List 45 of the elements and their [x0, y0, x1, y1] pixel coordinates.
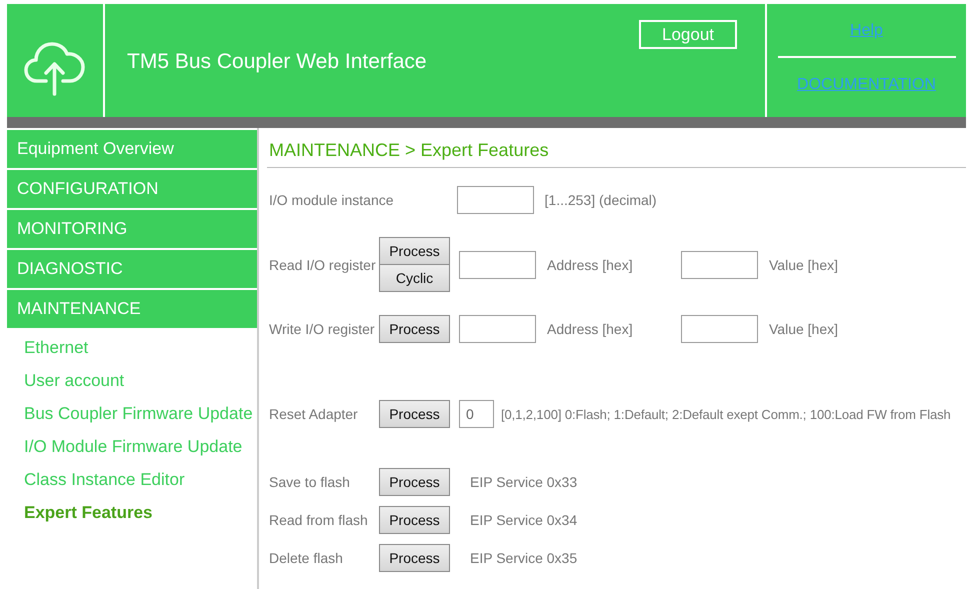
row-label: Reset Adapter: [269, 406, 359, 422]
nav-item[interactable]: Expert Features: [7, 499, 257, 532]
field-caption: Address [hex]: [547, 256, 634, 272]
service-note: EIP Service 0x33: [470, 474, 578, 490]
field-caption: [0,1,2,100] 0:Flash; 1:Default; 2:Default exept Comm.; 100:Load FW from Flash: [501, 406, 951, 422]
input-field[interactable]: [681, 315, 758, 343]
nav-section[interactable]: CONFIGURATION: [7, 170, 257, 208]
nav-section[interactable]: MONITORING: [7, 210, 257, 248]
field-caption: Value [hex]: [769, 256, 840, 272]
input-field[interactable]: [681, 250, 758, 278]
nav-item[interactable]: Class Instance Editor: [7, 466, 257, 499]
app-title: TM5 Bus Coupler Web Interface: [127, 50, 427, 74]
nav-item[interactable]: User account: [7, 367, 257, 400]
row-label: Read from flash: [269, 512, 369, 528]
action-button[interactable]: Process: [379, 315, 450, 343]
service-note: EIP Service 0x35: [470, 550, 578, 566]
row-label: Delete flash: [269, 550, 344, 566]
row-label: Save to flash: [269, 474, 351, 490]
row-label: Write I/O register: [269, 321, 376, 337]
field-caption: Address [hex]: [547, 321, 634, 337]
nav-section[interactable]: Equipment Overview: [7, 130, 257, 168]
action-button[interactable]: Process: [379, 506, 450, 534]
nav-section[interactable]: MAINTENANCE: [7, 290, 257, 328]
logout-button[interactable]: Logout: [639, 20, 737, 49]
nav-item[interactable]: Bus Coupler Firmware Update: [7, 400, 257, 433]
header-link[interactable]: Help: [850, 22, 883, 40]
action-button[interactable]: Process: [379, 237, 450, 265]
input-field[interactable]: [459, 250, 536, 278]
nav-item[interactable]: I/O Module Firmware Update: [7, 433, 257, 466]
input-field[interactable]: [456, 186, 534, 214]
action-button[interactable]: Process: [379, 400, 450, 428]
action-button[interactable]: Process: [379, 544, 450, 572]
input-field[interactable]: [459, 315, 536, 343]
field-caption: Value [hex]: [769, 321, 840, 337]
service-note: EIP Service 0x34: [470, 512, 578, 528]
nav-item[interactable]: Ethernet: [7, 334, 257, 367]
field-caption: [1...253] (decimal): [544, 192, 658, 208]
header-link[interactable]: DOCUMENTATION: [797, 76, 936, 94]
nav-section[interactable]: DIAGNOSTIC: [7, 250, 257, 288]
action-button[interactable]: Process: [379, 468, 450, 496]
row-label: Read I/O register: [269, 256, 377, 272]
breadcrumb-title: MAINTENANCE > Expert Features: [267, 128, 966, 168]
input-field[interactable]: 0: [459, 400, 494, 428]
row-label: I/O module instance: [269, 192, 394, 208]
action-button[interactable]: Cyclic: [379, 265, 450, 292]
